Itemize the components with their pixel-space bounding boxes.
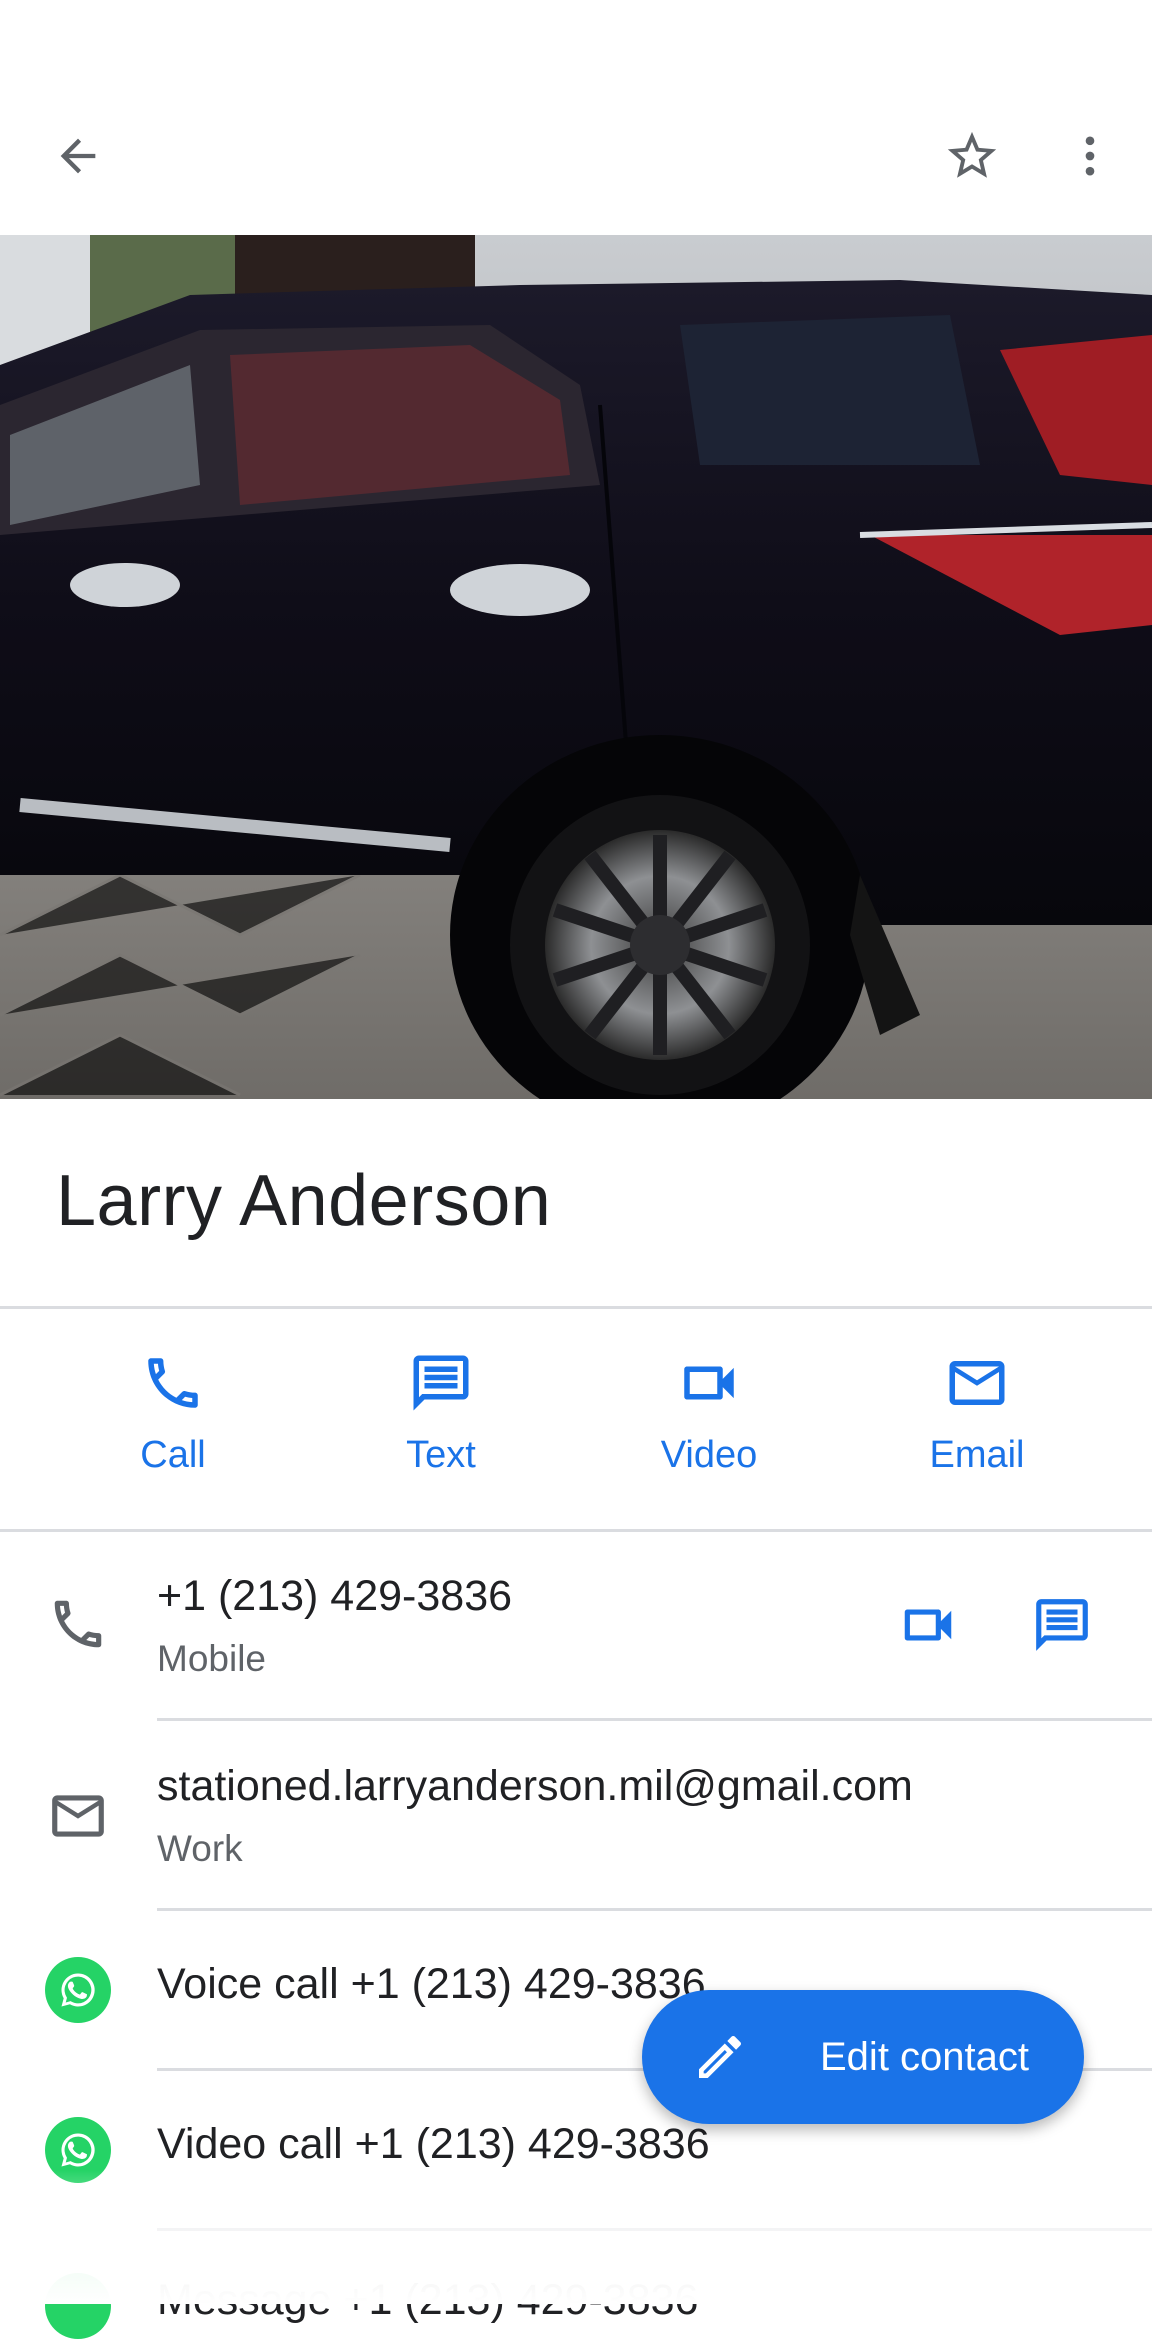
- phone-icon: [148, 1358, 198, 1408]
- mail-icon: [52, 1795, 104, 1837]
- favorite-button[interactable]: [932, 116, 1012, 196]
- phone-icon: [54, 1600, 102, 1648]
- text-action-label: Text: [406, 1434, 476, 1476]
- video-action-button[interactable]: Video: [609, 1350, 809, 1500]
- call-action-label: Call: [140, 1434, 206, 1476]
- phone-number[interactable]: +1 (213) 429-3836: [157, 1572, 512, 1621]
- text-action-button[interactable]: Text: [341, 1350, 541, 1500]
- email-address[interactable]: stationed.larryanderson.mil@gmail.com: [157, 1762, 913, 1811]
- phone-message-button[interactable]: [1022, 1585, 1102, 1665]
- email-action-button[interactable]: Email: [877, 1350, 1077, 1500]
- call-action-button[interactable]: Call: [73, 1350, 273, 1500]
- whatsapp-video-call[interactable]: Video call +1 (213) 429-3836: [157, 2120, 710, 2169]
- edit-contact-label: Edit contact: [820, 2034, 1030, 2079]
- whatsapp-voice-call[interactable]: Voice call +1 (213) 429-3836: [157, 1960, 706, 2009]
- star-outline-icon: [947, 131, 997, 178]
- more-options-button[interactable]: [1050, 116, 1130, 196]
- divider: [157, 1908, 1152, 1911]
- divider: [0, 1306, 1152, 1309]
- edit-contact-button[interactable]: Edit contact: [642, 1990, 1084, 2124]
- divider: [0, 1529, 1152, 1532]
- videocam-icon: [684, 1366, 734, 1400]
- phone-row-icon: [44, 1590, 112, 1658]
- divider: [157, 1718, 1152, 1721]
- video-action-label: Video: [660, 1434, 758, 1476]
- contact-photo: [0, 235, 1152, 1099]
- videocam-icon: [904, 1609, 952, 1641]
- message-icon: [413, 1355, 469, 1411]
- mail-icon: [949, 1361, 1005, 1405]
- phone-video-call-button[interactable]: [888, 1585, 968, 1665]
- edit-pencil-icon: [690, 2027, 750, 2087]
- back-button[interactable]: [38, 116, 118, 196]
- whatsapp-voice-icon-wrap: [44, 1956, 112, 2024]
- contact-name: Larry Anderson: [56, 1161, 552, 1241]
- top-app-bar: [0, 0, 1152, 235]
- email-row-icon: [44, 1782, 112, 1850]
- more-vert-icon: [1085, 136, 1095, 176]
- email-type: Work: [157, 1828, 243, 1869]
- bottom-fade: [0, 2170, 1152, 2304]
- phone-type: Mobile: [157, 1638, 266, 1679]
- whatsapp-icon: [45, 1957, 111, 2023]
- email-action-label: Email: [929, 1434, 1025, 1476]
- message-icon: [1036, 1599, 1088, 1651]
- arrow-back-icon: [60, 138, 96, 174]
